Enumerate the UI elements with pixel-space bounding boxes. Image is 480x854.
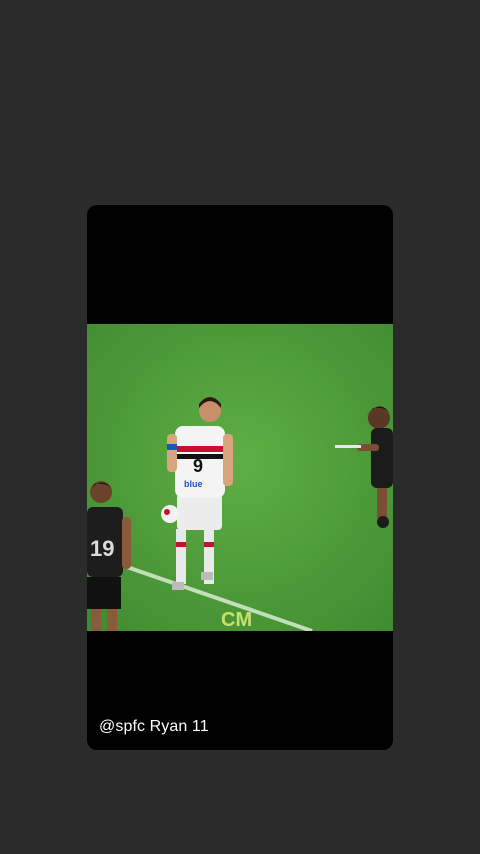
video-frame[interactable]: 9 blue 19 CM [87,324,393,631]
svg-text:19: 19 [90,536,114,561]
story-card[interactable]: 9 blue 19 CM @spfc Ryan 11 [87,205,393,750]
svg-text:9: 9 [193,456,203,476]
story-screen: 9 blue 19 CM @spfc Ryan 11 [0,0,480,854]
football [161,505,179,523]
football-video-still: 9 blue 19 CM [87,324,393,631]
story-caption: @spfc Ryan 11 [99,718,209,735]
watermark-cm: CM [221,609,252,631]
pitch [87,324,393,631]
svg-text:blue: blue [184,479,203,489]
